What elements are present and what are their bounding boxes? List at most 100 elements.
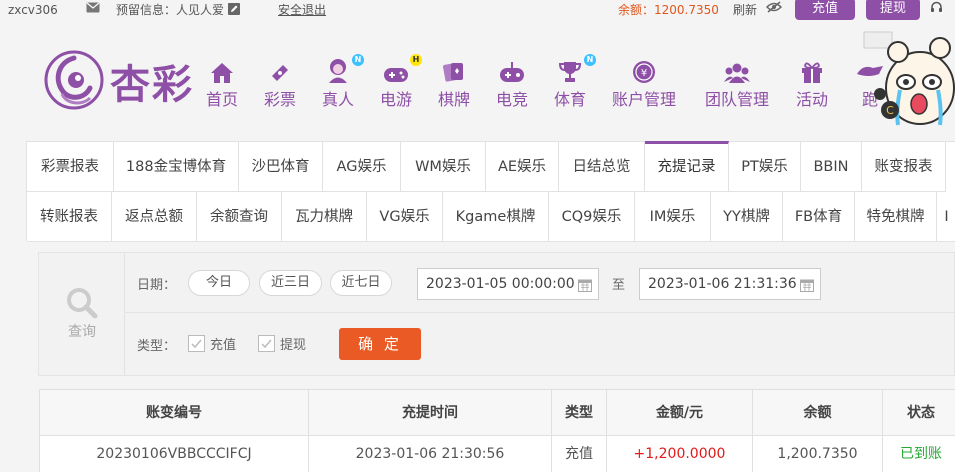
tab-temian-cards[interactable]: 特免棋牌	[855, 192, 937, 242]
search-side: 查询	[39, 253, 125, 375]
check-icon	[261, 339, 272, 349]
nav-sports[interactable]: N 体育	[552, 54, 596, 110]
tab-wali-cards[interactable]: 瓦力棋牌	[282, 192, 367, 242]
tab-more[interactable]: I	[937, 192, 955, 242]
nav-cards[interactable]: 棋牌	[436, 56, 472, 110]
magnifier-icon	[67, 288, 98, 319]
today-button[interactable]: 今日	[188, 270, 250, 296]
nav-account[interactable]: ¥ 账户管理	[610, 56, 678, 110]
col-header-transaction-id: 账变编号	[40, 390, 309, 436]
col-header-amount: 金额/元	[607, 390, 753, 436]
type-withdraw-checkbox[interactable]: 提现	[258, 334, 306, 353]
account-coin-icon: ¥	[610, 56, 678, 84]
nav-promotions[interactable]: 活动	[794, 56, 830, 110]
mascot-sticker[interactable]: C	[860, 30, 955, 134]
mail-icon[interactable]	[86, 2, 100, 16]
tab-kgame-cards[interactable]: Kgame棋牌	[443, 192, 549, 242]
tab-ag[interactable]: AG娱乐	[323, 142, 401, 192]
records-table: 账变编号 充提时间 类型 金额/元 余额 状态 20230106VBBCCCIF…	[39, 389, 955, 472]
nav-slots-label: 电游	[379, 90, 412, 109]
tab-deposit-withdraw-records[interactable]: 充提记录	[645, 141, 729, 192]
reserved-message-text: 预留信息：人见人爱	[116, 3, 225, 17]
tab-lottery-report[interactable]: 彩票报表	[27, 142, 114, 192]
tab-daily-overview[interactable]: 日结总览	[559, 142, 645, 192]
col-header-time: 充提时间	[309, 390, 552, 436]
logout-link[interactable]: 安全退出	[278, 1, 326, 18]
end-datetime-input[interactable]: 2023-01-06 21:31:36	[639, 268, 821, 300]
last-3-days-button[interactable]: 近三日	[259, 270, 322, 296]
to-label: 至	[612, 278, 626, 293]
tab-wm[interactable]: WM娱乐	[401, 142, 486, 192]
user-greeting: 您好，zxcv306	[0, 3, 58, 17]
withdraw-button[interactable]: 提现	[866, 0, 920, 20]
home-icon	[204, 56, 240, 84]
svg-text:C: C	[886, 104, 894, 117]
edit-icon[interactable]	[227, 3, 240, 15]
site-header: 杏彩 首页 彩票 N 真人 H 电游 棋牌 电竞 N 体育 ¥ 账户管理 团队管…	[0, 30, 955, 130]
refresh-link[interactable]: 刷新	[733, 1, 757, 18]
tab-ae[interactable]: AE娱乐	[486, 142, 559, 192]
start-datetime-input[interactable]: 2023-01-05 00:00:00	[417, 268, 599, 300]
tab-saba-sports[interactable]: 沙巴体育	[239, 142, 323, 192]
tab-rebate-total[interactable]: 返点总额	[112, 192, 197, 242]
nav-lottery-label: 彩票	[263, 90, 296, 109]
recharge-button[interactable]: 充值	[795, 0, 855, 20]
reserved-message: 预留信息：人见人爱	[116, 1, 240, 18]
nav-sports-label: 体育	[553, 90, 586, 109]
nav-esports[interactable]: 电竞	[494, 56, 530, 110]
last-7-days-button[interactable]: 近七日	[330, 270, 392, 296]
tab-balance-query[interactable]: 余额查询	[197, 192, 282, 242]
tab-vg[interactable]: VG娱乐	[367, 192, 443, 242]
headset-icon[interactable]	[930, 1, 943, 17]
type-withdraw-label: 提现	[280, 338, 307, 353]
nav-live-label: 真人	[321, 90, 354, 109]
check-icon	[191, 339, 202, 349]
end-datetime-value: 2023-01-06 21:31:36	[648, 276, 797, 292]
table-row-status: 已到账	[883, 436, 955, 472]
nav-sports-badge: N	[584, 54, 596, 66]
live-dealer-icon: N	[320, 54, 364, 84]
nav-live[interactable]: N 真人	[320, 54, 364, 110]
start-datetime-value: 2023-01-05 00:00:00	[426, 276, 575, 292]
calendar-icon[interactable]	[578, 278, 592, 292]
type-recharge-label: 充值	[210, 338, 237, 353]
nav-team-label: 团队管理	[704, 90, 769, 109]
nav-promotions-label: 活动	[795, 90, 828, 109]
nav-lottery[interactable]: 彩票	[262, 56, 298, 110]
table-row-transaction-id: 20230106VBBCCCIFCJ	[40, 436, 309, 472]
cards-icon	[436, 56, 472, 84]
logo-text: 杏彩	[110, 61, 194, 108]
esports-controller-icon	[494, 56, 530, 84]
col-header-status: 状态	[883, 390, 955, 436]
tab-pt[interactable]: PT娱乐	[729, 142, 801, 192]
calendar-icon[interactable]	[800, 278, 814, 292]
nav-home[interactable]: 首页	[204, 56, 240, 110]
logo-emblem[interactable]	[44, 50, 104, 114]
table-row-amount: +1,200.0000	[607, 436, 753, 472]
checkbox-box	[258, 335, 275, 352]
gamepad-icon: H	[378, 54, 422, 84]
table-row-balance: 1,200.7350	[753, 436, 883, 472]
tab-yy-cards[interactable]: YY棋牌	[711, 192, 783, 242]
date-label: 日期：	[137, 278, 177, 293]
tab-transfer-report[interactable]: 转账报表	[27, 192, 112, 242]
hide-balance-icon[interactable]	[765, 1, 783, 16]
type-recharge-checkbox[interactable]: 充值	[188, 334, 236, 353]
tab-fb-sports[interactable]: FB体育	[783, 192, 855, 242]
type-label: 类型：	[137, 339, 177, 354]
nav-team[interactable]: 团队管理	[703, 56, 771, 110]
report-tabs: 彩票报表 188金宝博体育 沙巴体育 AG娱乐 WM娱乐 AE娱乐 日结总览 充…	[26, 141, 955, 242]
trophy-icon: N	[552, 54, 596, 84]
nav-slots[interactable]: H 电游	[378, 54, 422, 110]
team-icon	[703, 56, 771, 84]
tab-im[interactable]: IM娱乐	[635, 192, 711, 242]
confirm-button[interactable]: 确 定	[339, 328, 421, 360]
nav-home-label: 首页	[205, 90, 238, 109]
search-side-label: 查询	[68, 324, 96, 340]
tab-bbin[interactable]: BBIN	[801, 142, 862, 192]
tab-188-sports[interactable]: 188金宝博体育	[114, 142, 239, 192]
nav-live-badge: N	[352, 54, 364, 66]
tab-balance-change-report[interactable]: 账变报表	[862, 142, 946, 192]
table-row-type: 充值	[552, 436, 607, 472]
tab-cq9[interactable]: CQ9娱乐	[549, 192, 635, 242]
